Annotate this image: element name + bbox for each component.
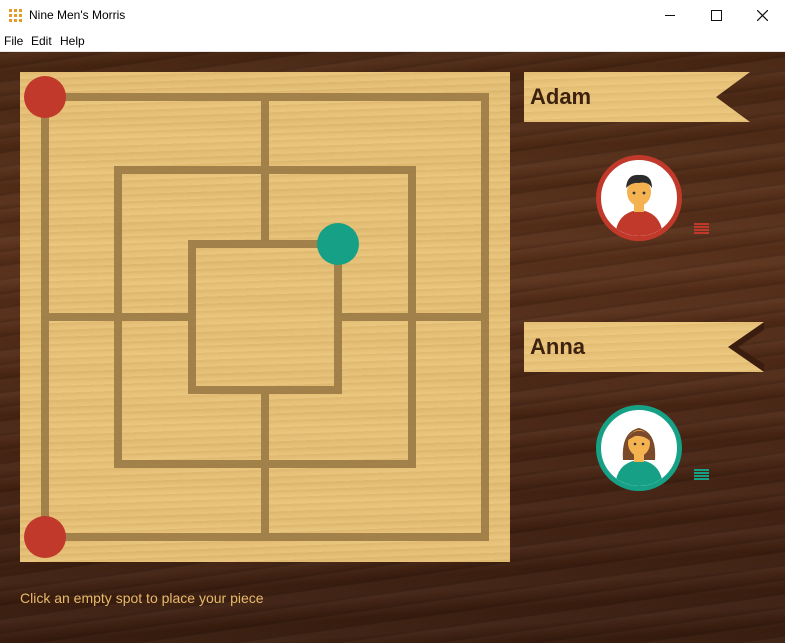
maximize-icon [710,10,722,21]
board-spot-middle-bottom-right[interactable] [394,446,430,482]
player1-banner: Adam [524,72,750,122]
piece-tally-mark [694,478,709,480]
maximize-button[interactable] [693,0,739,31]
piece-tally-mark [694,475,709,477]
player2-banner: Anna [524,322,764,372]
board-spot-middle-right[interactable] [394,299,430,335]
board-spot-inner-top[interactable] [247,226,283,262]
board-spot-outer-left[interactable] [27,299,63,335]
board-spot-inner-bottom[interactable] [247,372,283,408]
male-avatar-icon [596,155,682,241]
piece-tally-mark [694,469,709,471]
title-bar: Nine Men's Morris [0,0,785,32]
player2-piece[interactable] [317,223,359,265]
board-spot-outer-top[interactable] [247,79,283,115]
board-spot-inner-left[interactable] [174,299,210,335]
board-spot-outer-bottom[interactable] [247,519,283,555]
menu-bar: File Edit Help [0,31,785,52]
minimize-icon [665,15,675,16]
board-spot-inner-right[interactable] [320,299,356,335]
window-title: Nine Men's Morris [29,8,126,22]
piece-tally-mark [694,229,709,231]
close-button[interactable] [739,0,785,31]
board-spot-middle-top-right[interactable] [394,152,430,188]
minimize-button[interactable] [647,0,693,31]
menu-file[interactable]: File [4,34,23,48]
piece-tally-mark [694,472,709,474]
inner-square [188,240,342,394]
board-spot-middle-bottom[interactable] [247,446,283,482]
board-spot-middle-top[interactable] [247,152,283,188]
piece-tally-mark [694,226,709,228]
board-spot-inner-bottom-left[interactable] [174,372,210,408]
piece-tally-mark [694,232,709,234]
menu-edit[interactable]: Edit [31,34,52,48]
piece-tally-mark [694,223,709,225]
player1-piece[interactable] [24,76,66,118]
close-icon [756,10,768,21]
status-message: Click an empty spot to place your piece [20,590,264,606]
game-board[interactable] [20,72,510,562]
board-spot-outer-right[interactable] [467,299,503,335]
menu-help[interactable]: Help [60,34,85,48]
player1-name: Adam [530,84,592,109]
board-spot-inner-bottom-right[interactable] [320,372,356,408]
board-spot-middle-bottom-left[interactable] [100,446,136,482]
grid-dots-icon [9,9,22,22]
player2-name: Anna [530,334,585,359]
female-avatar-icon [596,405,682,491]
player2-pieces-remaining [694,469,709,480]
board-spot-outer-bottom-right[interactable] [467,519,503,555]
board-spot-middle-top-left[interactable] [100,152,136,188]
board-spot-outer-top-right[interactable] [467,79,503,115]
board-lines [24,76,503,558]
board-spot-inner-top-left[interactable] [174,226,210,262]
board-spot-middle-left[interactable] [100,299,136,335]
player1-piece[interactable] [24,516,66,558]
player1-pieces-remaining [694,223,709,234]
